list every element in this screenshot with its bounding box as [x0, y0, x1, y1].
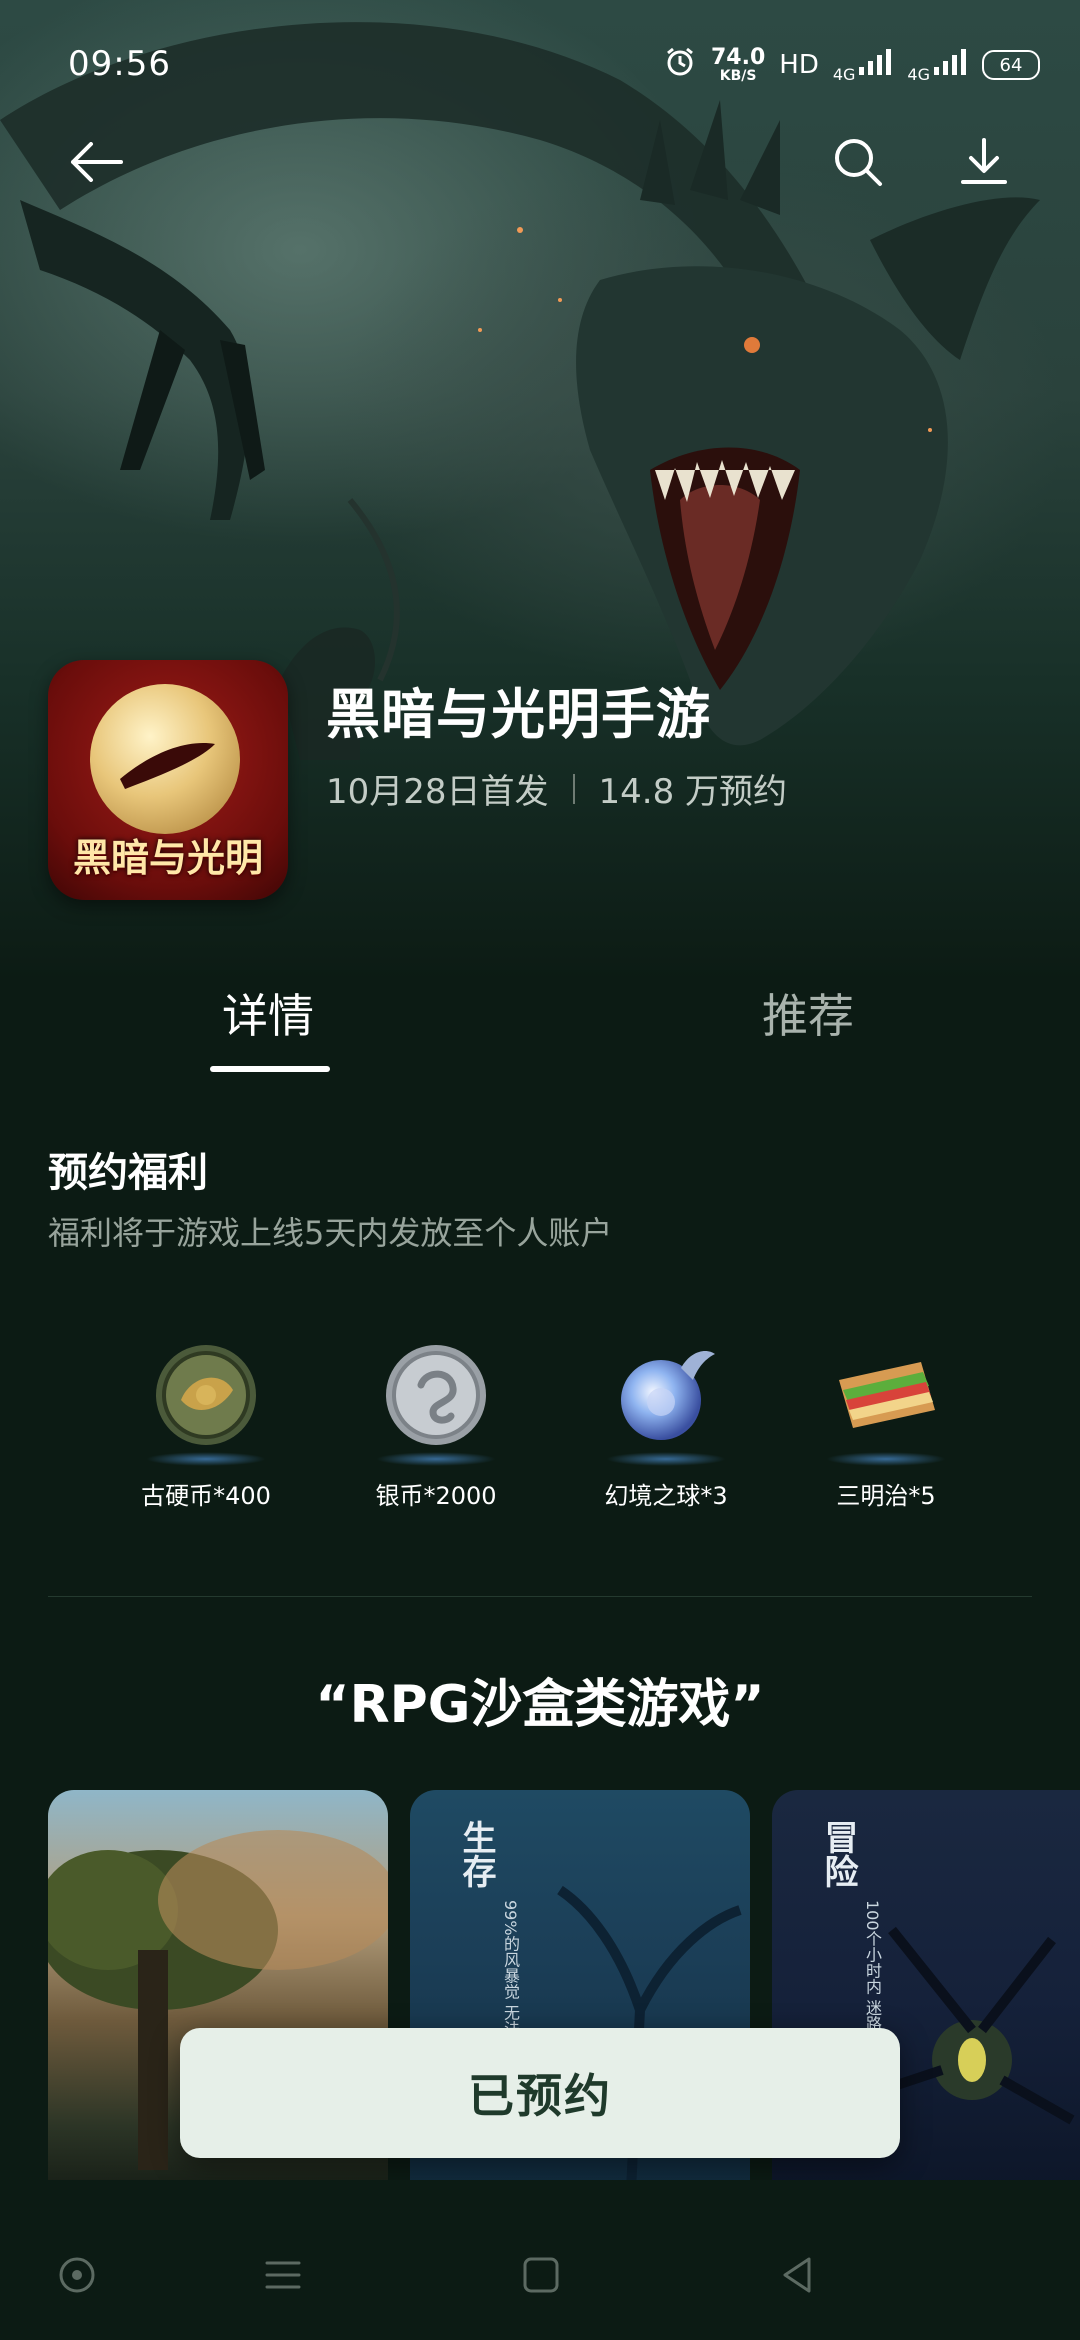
download-icon: [961, 138, 1007, 184]
menu-icon: [265, 2261, 301, 2289]
benefits-title: 预约福利: [48, 1150, 208, 1196]
assistant-icon: [59, 2257, 95, 2293]
reward-glow: [376, 1452, 496, 1466]
reward-item: 三明治*5: [786, 1340, 986, 1511]
tab-recommend[interactable]: 推荐: [762, 980, 854, 1046]
signal-1-label: 4G: [832, 64, 856, 84]
network-speed: 74.0 KB/S: [710, 45, 766, 84]
game-detail-page: 09:56 74.0 KB/S HD 4G 4G 64 黑暗与光明 黑暗与光明手…: [0, 0, 1080, 2340]
network-speed-unit: KB/S: [719, 68, 757, 84]
silver-coin-icon: [381, 1340, 491, 1450]
status-time: 09:56: [68, 44, 171, 84]
reward-label: 银币*2000: [375, 1482, 497, 1510]
search-icon: [835, 139, 882, 186]
download-button[interactable]: [954, 132, 1014, 192]
reward-glow: [826, 1452, 946, 1466]
back-button[interactable]: [66, 132, 126, 192]
hd-label: HD: [779, 50, 819, 80]
reward-label: 幻境之球*3: [604, 1482, 728, 1510]
reward-label: 三明治*5: [836, 1482, 936, 1510]
ancient-coin-icon: [151, 1340, 261, 1450]
signal-2-label: 4G: [907, 64, 930, 84]
tab-detail[interactable]: 详情: [222, 980, 314, 1046]
game-category-title: “RPG沙盒类游戏”: [315, 1675, 765, 1735]
signal-bars-icon: [857, 47, 893, 84]
sandwich-icon: [831, 1340, 941, 1450]
reservation-count: 14.8 万预约: [598, 772, 788, 812]
app-title: 黑暗与光明手游: [326, 683, 711, 746]
signal-bars-icon: [932, 47, 968, 84]
reserved-button[interactable]: 已预约: [180, 2028, 900, 2158]
square-home-icon: [523, 2257, 559, 2293]
reward-glow: [146, 1452, 266, 1466]
app-logo-text: 黑暗与光明: [72, 836, 263, 880]
reward-item: 古硬币*400: [106, 1340, 306, 1511]
alarm-icon: [663, 45, 697, 86]
release-date: 10月28日首发: [326, 772, 549, 812]
home-button[interactable]: [516, 2250, 566, 2300]
signal-4g-2: 4G: [907, 47, 968, 84]
reward-label: 古硬币*400: [141, 1482, 271, 1510]
app-meta: 10月28日首发 14.8 万预约: [326, 764, 787, 813]
reward-list: 古硬币*400 银币*2000 幻境之球*3 三明治*5: [90, 1340, 990, 1530]
reward-glow: [606, 1452, 726, 1466]
assistant-button[interactable]: [52, 2250, 102, 2300]
system-nav-bar: [0, 2180, 1080, 2340]
search-button[interactable]: [828, 132, 888, 192]
triangle-back-icon: [783, 2257, 811, 2293]
signal-4g-1: 4G: [833, 47, 894, 84]
section-divider: [48, 1596, 1032, 1597]
reward-item: 幻境之球*3: [566, 1340, 766, 1511]
battery-icon: 64: [982, 50, 1040, 80]
tab-active-indicator: [210, 1066, 330, 1072]
network-speed-value: 74.0: [710, 45, 766, 70]
status-icons: 74.0 KB/S HD 4G 4G 64: [663, 40, 1040, 90]
app-icon: 黑暗与光明: [48, 660, 288, 900]
status-bar: 09:56 74.0 KB/S HD 4G 4G 64: [0, 0, 1080, 130]
back-nav-button[interactable]: [772, 2250, 822, 2300]
moon-emblem: [90, 684, 240, 834]
reward-item: 银币*2000: [336, 1340, 536, 1511]
meta-separator: [572, 773, 575, 804]
benefits-subtitle: 福利将于游戏上线5天内发放至个人账户: [48, 1214, 613, 1252]
dream-orb-icon: [611, 1340, 721, 1450]
arrow-left-icon: [71, 142, 123, 182]
menu-button[interactable]: [258, 2250, 308, 2300]
